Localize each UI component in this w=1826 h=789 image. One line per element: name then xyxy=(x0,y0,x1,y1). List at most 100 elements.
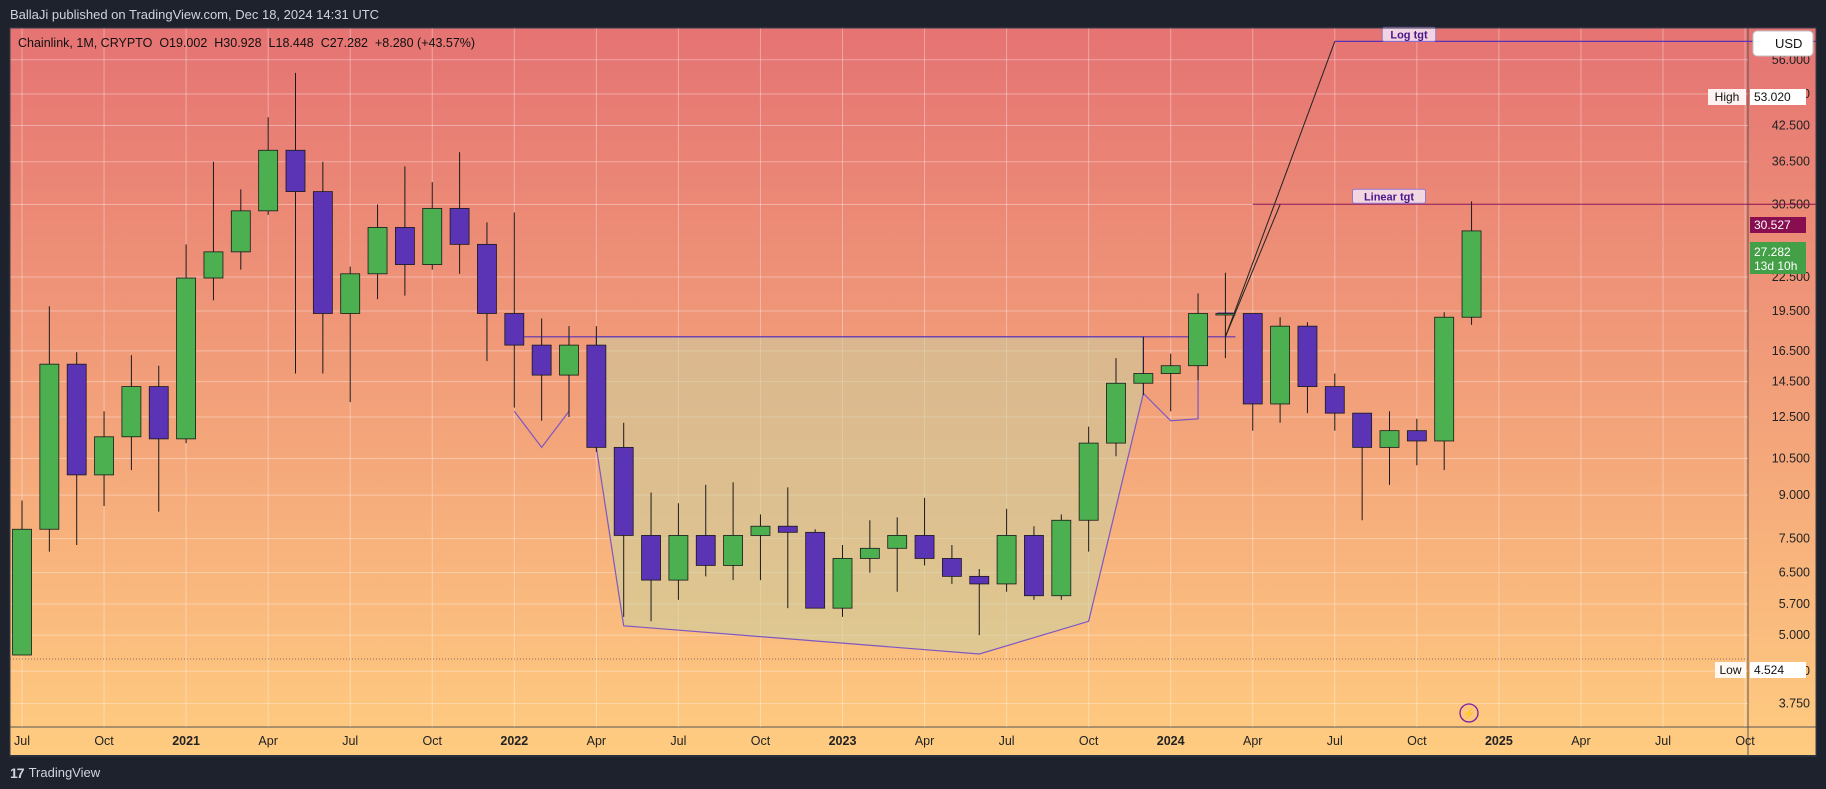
x-tick-label: Apr xyxy=(915,734,934,748)
candle xyxy=(1406,430,1427,442)
y-tick-label: 16.500 xyxy=(1772,344,1810,358)
candle xyxy=(1379,430,1400,448)
tradingview-brand: TradingView xyxy=(28,765,101,780)
candle xyxy=(859,547,880,559)
x-tick-label: 2025 xyxy=(1485,734,1513,748)
x-tick-label: Oct xyxy=(423,734,443,748)
y-tick-label: 19.500 xyxy=(1772,304,1810,318)
candle xyxy=(258,149,279,212)
candle xyxy=(449,208,470,245)
x-tick-label: 2024 xyxy=(1157,734,1185,748)
legend-high: H30.928 xyxy=(214,36,261,50)
candle xyxy=(750,525,771,536)
candle xyxy=(996,535,1017,585)
candle xyxy=(942,558,962,577)
candle xyxy=(559,344,579,376)
tradingview-logo-icon: 17 xyxy=(10,764,25,781)
candle xyxy=(394,227,415,265)
candle xyxy=(230,210,251,253)
candle xyxy=(613,446,634,536)
y-tick-label: 7.500 xyxy=(1779,532,1810,546)
ohlc-legend: Chainlink, 1M, CRYPTO O19.002 H30.928 L18.4… xyxy=(18,36,475,50)
legend-close: C27.282 xyxy=(321,36,368,50)
candle xyxy=(94,436,114,476)
candle xyxy=(1215,313,1236,316)
legend-open: O19.002 xyxy=(159,36,207,50)
y-tick-label: 42.500 xyxy=(1772,118,1810,132)
y-tick-label: 5.000 xyxy=(1779,628,1810,642)
price-chart[interactable]: 56.00048.50042.50036.50030.50022.50019.5… xyxy=(0,0,1826,789)
target-badge-value: 30.527 xyxy=(1754,218,1791,232)
candle xyxy=(367,227,388,275)
high-badge-label: High xyxy=(1715,90,1740,104)
y-tick-label: 36.500 xyxy=(1772,155,1810,169)
y-tick-label: 10.500 xyxy=(1772,451,1810,465)
tradingview-logo[interactable]: 17 TradingView xyxy=(10,765,100,781)
candle xyxy=(969,575,990,585)
candle xyxy=(1352,412,1373,448)
candle xyxy=(1133,373,1154,384)
candle xyxy=(477,243,497,314)
y-tick-label: 5.700 xyxy=(1779,597,1810,611)
candle xyxy=(805,531,826,609)
legend-symbol: Chainlink, 1M, CRYPTO xyxy=(18,36,153,50)
candle xyxy=(504,313,525,346)
price-axis-background xyxy=(1748,28,1816,755)
candle xyxy=(1106,382,1126,444)
y-tick-label: 12.500 xyxy=(1772,410,1810,424)
x-tick-label: 2022 xyxy=(500,734,528,748)
candle xyxy=(1324,386,1345,414)
x-tick-label: Oct xyxy=(1407,734,1427,748)
candle xyxy=(1242,313,1263,405)
candle xyxy=(1024,535,1044,597)
candle xyxy=(39,363,60,530)
candle xyxy=(422,208,443,265)
high-badge-value: 53.020 xyxy=(1754,90,1791,104)
x-tick-label: Jul xyxy=(670,734,686,748)
candle xyxy=(1270,325,1290,405)
candle xyxy=(668,535,689,581)
x-tick-label: Oct xyxy=(1079,734,1099,748)
candle xyxy=(1434,316,1455,442)
log-target-label: Log tgt xyxy=(1390,29,1428,41)
cup-pattern-area xyxy=(595,336,1144,655)
candle xyxy=(1160,365,1181,374)
candle xyxy=(641,535,661,581)
x-tick-label: Jul xyxy=(999,734,1015,748)
linear-target-label: Linear tgt xyxy=(1364,191,1414,203)
candle-countdown: 13d 10h xyxy=(1754,259,1797,273)
x-tick-label: Jul xyxy=(342,734,358,748)
candle xyxy=(1297,325,1318,387)
candle xyxy=(586,344,607,448)
tradingview-footer: 17 TradingView xyxy=(0,756,1826,789)
x-tick-label: 2023 xyxy=(829,734,857,748)
x-tick-label: Oct xyxy=(94,734,114,748)
candle xyxy=(531,344,552,376)
candle xyxy=(312,191,333,314)
x-tick-label: Oct xyxy=(751,734,771,748)
legend-low: L18.448 xyxy=(269,36,314,50)
x-tick-label: Apr xyxy=(1243,734,1262,748)
candle xyxy=(340,273,361,314)
currency-button-label: USD xyxy=(1775,36,1802,51)
legend-change: +8.280 (+43.57%) xyxy=(375,36,475,50)
candle xyxy=(887,535,908,549)
candle xyxy=(66,363,87,476)
y-tick-label: 14.500 xyxy=(1772,375,1810,389)
candle xyxy=(914,535,935,559)
x-tick-label: Apr xyxy=(258,734,277,748)
candle xyxy=(285,149,306,192)
candle xyxy=(1188,313,1208,367)
y-tick-label: 9.000 xyxy=(1779,488,1810,502)
candle xyxy=(777,525,798,533)
x-tick-label: Apr xyxy=(587,734,606,748)
y-tick-label: 3.750 xyxy=(1779,697,1810,711)
lightning-glyph: ⚡ xyxy=(1463,707,1475,720)
x-tick-label: Jul xyxy=(14,734,30,748)
candle xyxy=(1078,442,1099,521)
low-badge-label: Low xyxy=(1719,663,1741,677)
candle xyxy=(12,528,32,656)
last-price-value: 27.282 xyxy=(1754,245,1791,259)
candle xyxy=(695,535,716,566)
x-tick-label: 2021 xyxy=(172,734,200,748)
